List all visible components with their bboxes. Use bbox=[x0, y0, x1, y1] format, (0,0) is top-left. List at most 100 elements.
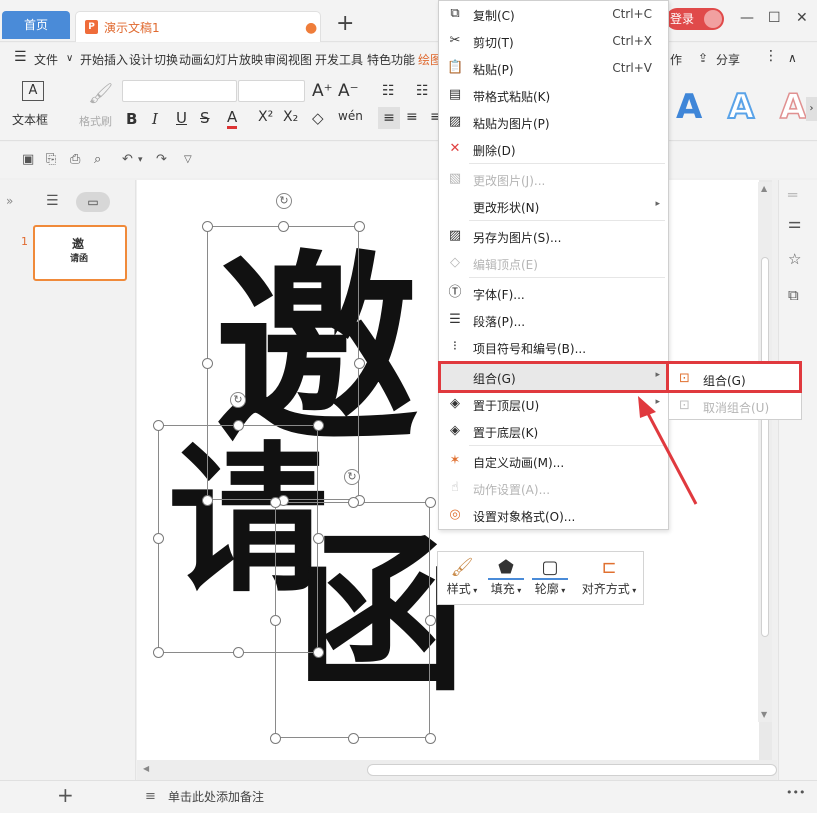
expand-panel-icon[interactable]: » bbox=[6, 194, 13, 208]
wordart-style-1[interactable]: A bbox=[676, 87, 702, 127]
resize-handle[interactable] bbox=[425, 615, 436, 626]
menu-features[interactable]: 特色功能 bbox=[367, 51, 415, 68]
scroll-down-icon[interactable]: ▼ bbox=[761, 710, 767, 719]
align-button[interactable]: ⊏ 对齐方式 ▾ bbox=[578, 556, 640, 602]
hamburger-icon[interactable]: ☰ bbox=[14, 49, 27, 65]
resize-handle[interactable] bbox=[202, 495, 213, 506]
resize-handle[interactable] bbox=[313, 647, 324, 658]
notes-placeholder[interactable]: 单击此处添加备注 bbox=[168, 788, 264, 805]
align-center-icon[interactable]: ≡ bbox=[406, 109, 418, 125]
outline-button[interactable]: ▢ 轮廓 ▾ bbox=[532, 556, 568, 602]
resize-handle[interactable] bbox=[270, 497, 281, 508]
menu-item-copy[interactable]: ⧉ 复制(C) Ctrl+C bbox=[439, 1, 668, 27]
underline-icon[interactable]: U bbox=[176, 109, 187, 127]
resize-handle[interactable] bbox=[354, 358, 365, 369]
vertical-scroll-thumb[interactable] bbox=[761, 257, 769, 637]
transition-icon[interactable]: ⧉ bbox=[788, 286, 799, 304]
style-button[interactable]: 🖌 样式 ▾ bbox=[444, 556, 480, 602]
resize-handle[interactable] bbox=[270, 615, 281, 626]
resize-handle[interactable] bbox=[233, 647, 244, 658]
menu-developer[interactable]: 开发工具 bbox=[315, 51, 363, 68]
outline-view-icon[interactable]: ☰ bbox=[46, 193, 59, 209]
resize-handle[interactable] bbox=[270, 733, 281, 744]
restore-button[interactable]: ☐ bbox=[768, 10, 781, 26]
menu-item-delete[interactable]: ✕ 删除(D) bbox=[439, 136, 668, 162]
menu-file[interactable]: 文件 bbox=[34, 51, 58, 68]
superscript-icon[interactable]: X² bbox=[258, 109, 273, 125]
menu-animation[interactable]: 动画 bbox=[179, 51, 203, 68]
resize-handle[interactable] bbox=[202, 221, 213, 232]
share-button[interactable]: 分享 bbox=[716, 51, 740, 68]
menu-slideshow[interactable]: 幻灯片放映 bbox=[203, 51, 263, 68]
undo-icon[interactable]: ↶ bbox=[122, 152, 133, 167]
add-tab-button[interactable]: + bbox=[336, 12, 354, 36]
menu-home[interactable]: 开始 bbox=[80, 51, 104, 68]
preview-icon[interactable]: ⌕ bbox=[94, 152, 101, 167]
strikethrough-icon[interactable]: S bbox=[200, 109, 210, 127]
font-color-icon[interactable]: A bbox=[227, 108, 238, 129]
menu-item-cut[interactable]: ✂ 剪切(T) Ctrl+X bbox=[439, 28, 668, 54]
resize-handle[interactable] bbox=[278, 221, 289, 232]
clear-format-icon[interactable]: ◇ bbox=[312, 109, 324, 127]
menu-partial[interactable]: 作 bbox=[670, 51, 682, 68]
minimize-button[interactable]: — bbox=[740, 10, 754, 26]
slide-thumbnail[interactable]: 邀 请函 bbox=[33, 225, 127, 281]
resize-handle[interactable] bbox=[354, 221, 365, 232]
menu-item-change-shape[interactable]: 更改形状(N) ▸ bbox=[439, 193, 668, 219]
menu-item-font[interactable]: Ⓣ 字体(F)... bbox=[439, 280, 668, 306]
font-size-dropdown[interactable] bbox=[238, 80, 305, 102]
slide-view-icon[interactable]: ▭ bbox=[76, 192, 110, 212]
wordart-next-icon[interactable]: › bbox=[806, 97, 817, 121]
rotate-handle-icon[interactable]: ↻ bbox=[344, 469, 360, 485]
menu-review[interactable]: 审阅 bbox=[264, 51, 288, 68]
font-name-dropdown[interactable] bbox=[122, 80, 237, 102]
animation-star-icon[interactable]: ☆ bbox=[788, 250, 801, 268]
menu-design[interactable]: 设计 bbox=[129, 51, 153, 68]
char-spacing-icon[interactable]: wén bbox=[338, 109, 363, 123]
wordart-style-2[interactable]: A bbox=[727, 86, 755, 128]
italic-icon[interactable]: I bbox=[152, 110, 158, 128]
redo-icon[interactable]: ↷ bbox=[156, 152, 167, 167]
more-icon[interactable]: ⋮ bbox=[764, 48, 778, 64]
add-slide-button[interactable]: + bbox=[57, 783, 74, 807]
resize-handle[interactable] bbox=[348, 733, 359, 744]
scroll-left-icon[interactable]: ◀ bbox=[143, 764, 149, 773]
scroll-up-icon[interactable]: ▲ bbox=[761, 184, 767, 193]
resize-handle[interactable] bbox=[233, 420, 244, 431]
wordart-style-3[interactable]: A bbox=[779, 86, 807, 128]
horizontal-scroll-thumb[interactable] bbox=[367, 764, 777, 776]
resize-handle[interactable] bbox=[202, 358, 213, 369]
align-left-icon[interactable]: ≡ bbox=[378, 107, 400, 129]
resize-handle[interactable] bbox=[153, 647, 164, 658]
menu-item-paste-format[interactable]: ▤ 带格式粘贴(K) bbox=[439, 82, 668, 108]
menu-item-save-picture[interactable]: ▨ 另存为图片(S)... bbox=[439, 223, 668, 249]
export-icon[interactable]: ⎘ bbox=[46, 152, 56, 167]
login-button[interactable]: 登录 bbox=[666, 8, 724, 30]
resize-handle[interactable] bbox=[425, 497, 436, 508]
bullets-list-icon[interactable]: ☷ bbox=[382, 83, 395, 99]
fill-button[interactable]: ⬟ 填充 ▾ bbox=[488, 556, 524, 602]
close-button[interactable]: ✕ bbox=[796, 10, 808, 26]
resize-handle[interactable] bbox=[348, 497, 359, 508]
subscript-icon[interactable]: X₂ bbox=[283, 109, 298, 125]
menu-item-bullets[interactable]: ⁝ 项目符号和编号(B)... bbox=[439, 334, 668, 360]
share-icon[interactable]: ⇪ bbox=[698, 51, 708, 65]
menu-insert[interactable]: 插入 bbox=[104, 51, 128, 68]
collapse-ribbon-icon[interactable]: ∧ bbox=[788, 51, 797, 65]
menu-item-paragraph[interactable]: ☰ 段落(P)... bbox=[439, 307, 668, 333]
properties-icon[interactable]: ⚌ bbox=[788, 214, 801, 232]
resize-handle[interactable] bbox=[153, 533, 164, 544]
textbox-icon[interactable]: A bbox=[22, 81, 44, 101]
customize-toolbar-icon[interactable]: ▽ bbox=[184, 154, 192, 165]
numbered-list-icon[interactable]: ☷ bbox=[416, 83, 429, 99]
more-options-icon[interactable]: ••• bbox=[786, 786, 805, 799]
menu-item-paste-picture[interactable]: ▨ 粘贴为图片(P) bbox=[439, 109, 668, 135]
menu-transition[interactable]: 切换 bbox=[154, 51, 178, 68]
menu-view[interactable]: 视图 bbox=[288, 51, 312, 68]
rotate-handle-icon[interactable]: ↻ bbox=[276, 193, 292, 209]
resize-handle[interactable] bbox=[313, 533, 324, 544]
menu-item-paste[interactable]: 📋 粘贴(P) Ctrl+V bbox=[439, 55, 668, 81]
print-icon[interactable]: ⎙ bbox=[70, 152, 80, 167]
vertical-scrollbar[interactable]: ▲ ▼ bbox=[758, 182, 772, 722]
rotate-handle-icon[interactable]: ↻ bbox=[230, 392, 246, 408]
